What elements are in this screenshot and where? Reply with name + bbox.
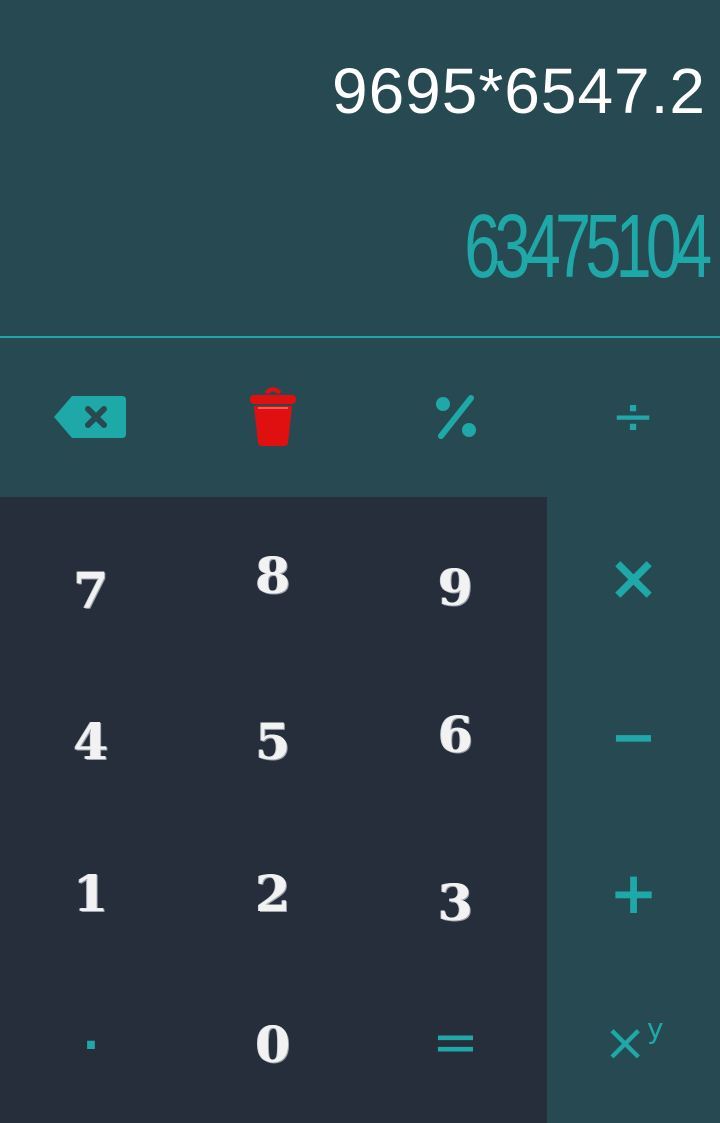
- key-5-label: 5: [255, 711, 291, 771]
- power-base: ×: [603, 1013, 647, 1073]
- key-1-label: 1: [73, 863, 109, 923]
- percent-icon: [436, 395, 476, 439]
- multiply-button[interactable]: ×: [547, 497, 720, 657]
- key-1[interactable]: 1: [0, 817, 182, 977]
- key-8-label: 8: [255, 545, 291, 605]
- clear-button[interactable]: [180, 338, 366, 496]
- key-decimal[interactable]: ·: [0, 977, 182, 1123]
- key-2[interactable]: 2: [182, 817, 364, 977]
- key-9[interactable]: 9: [364, 497, 547, 657]
- subtract-button[interactable]: −: [547, 657, 720, 817]
- multiply-label: ×: [607, 540, 660, 614]
- trash-icon: [250, 387, 296, 446]
- key-8[interactable]: 8: [182, 497, 364, 657]
- key-7[interactable]: 7: [0, 497, 182, 657]
- backspace-button[interactable]: [0, 338, 180, 496]
- key-2-label: 2: [255, 863, 291, 923]
- key-3[interactable]: 3: [364, 817, 547, 977]
- equals-label: =: [432, 1009, 479, 1075]
- percent-button[interactable]: [366, 338, 546, 496]
- subtract-label: −: [610, 704, 657, 770]
- key-7-label: 7: [73, 560, 109, 620]
- divide-button[interactable]: ÷: [546, 338, 720, 496]
- key-0[interactable]: 0: [182, 977, 364, 1123]
- key-0-label: 0: [255, 1014, 291, 1074]
- power-exponent: y: [647, 1011, 664, 1045]
- key-6-label: 6: [438, 704, 473, 764]
- power-label: ×y: [603, 1011, 664, 1073]
- equals-button[interactable]: =: [364, 977, 547, 1123]
- numpad: 7 8 9 4 5 6 1 2 3 · 0 =: [0, 497, 547, 1123]
- key-4[interactable]: 4: [0, 657, 182, 817]
- display-panel: 9695*6547.2 63475104: [0, 0, 720, 337]
- key-5[interactable]: 5: [182, 657, 364, 817]
- power-button[interactable]: ×y: [547, 977, 720, 1123]
- key-4-label: 4: [73, 711, 109, 771]
- key-9-label: 9: [438, 557, 473, 617]
- key-decimal-label: ·: [82, 1019, 100, 1071]
- result-text: 63475104: [463, 197, 712, 297]
- key-3-label: 3: [438, 872, 473, 932]
- add-button[interactable]: +: [547, 817, 720, 977]
- function-row: ÷: [0, 338, 720, 496]
- backspace-icon: [54, 396, 126, 438]
- expression-text: 9695*6547.2: [331, 55, 706, 127]
- add-label: +: [609, 859, 658, 927]
- operator-column: × − + ×y: [547, 497, 720, 1123]
- divide-label: ÷: [611, 387, 655, 447]
- key-6[interactable]: 6: [364, 657, 547, 817]
